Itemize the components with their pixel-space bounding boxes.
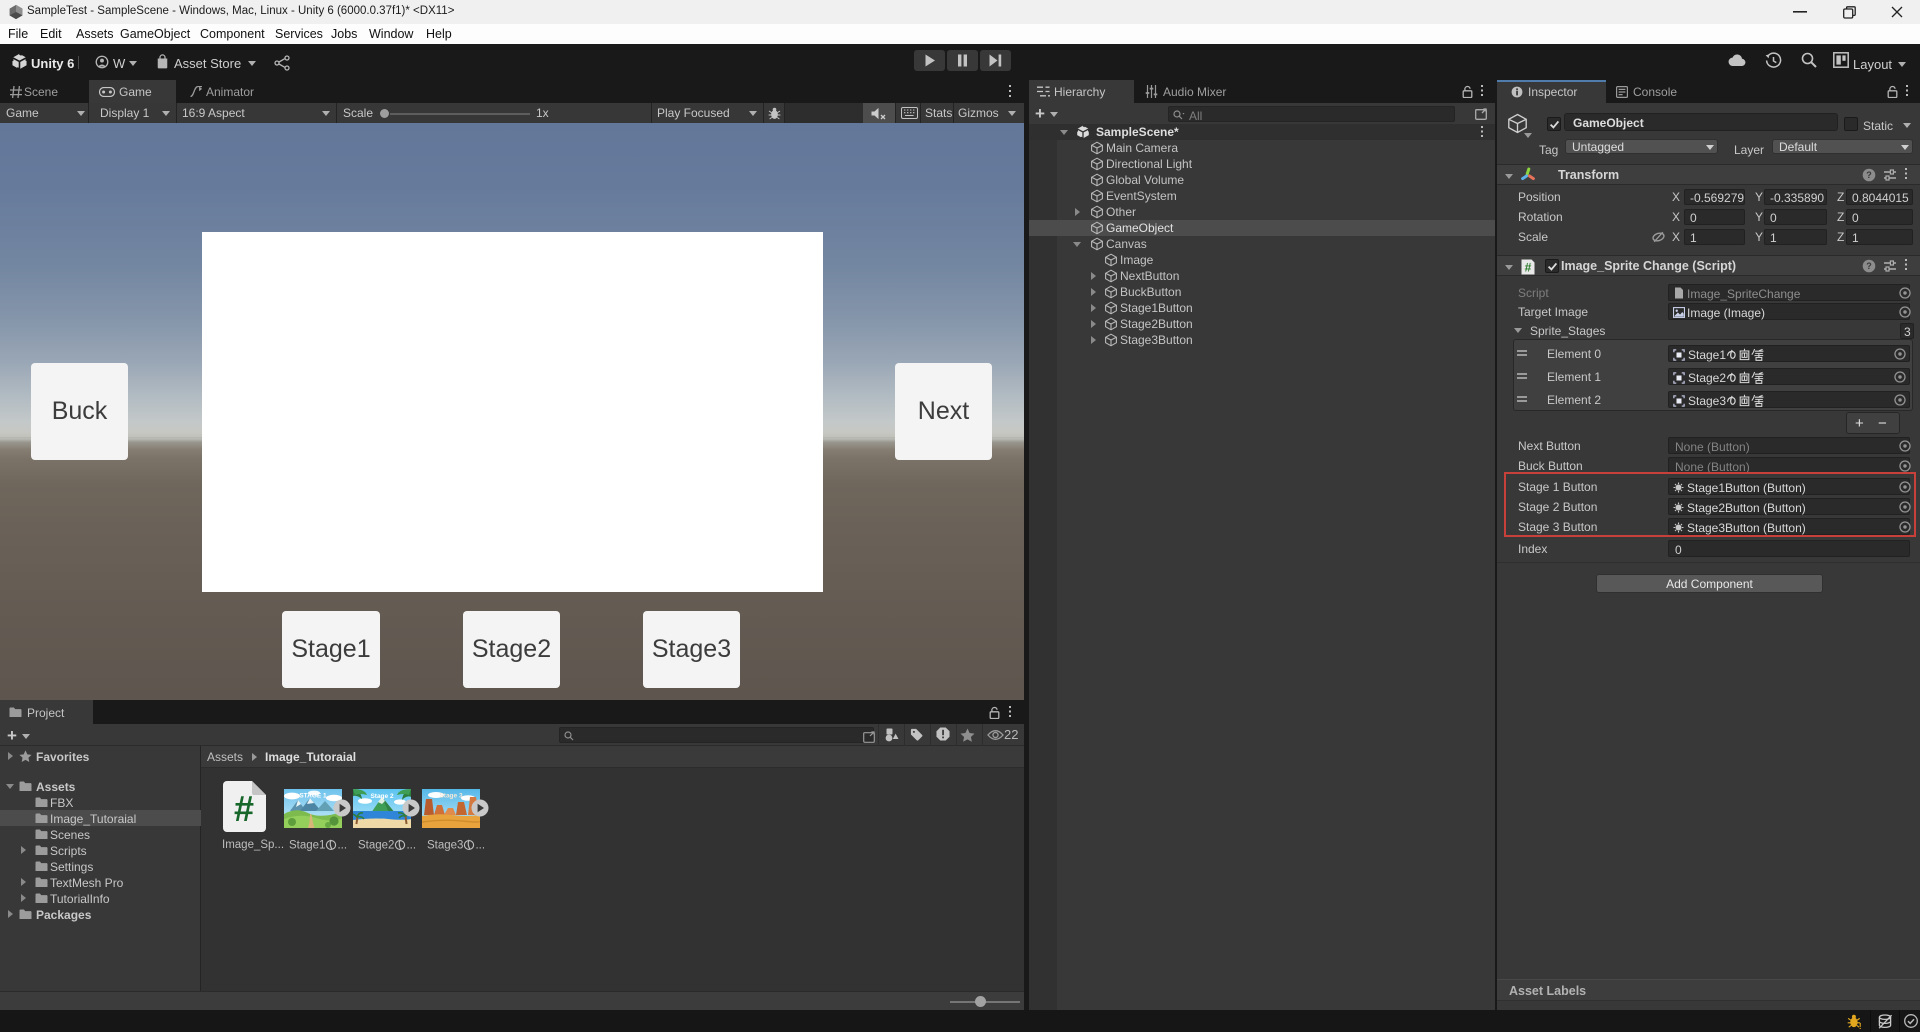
svg-text:STAGE 1: STAGE 1 <box>299 793 327 800</box>
svg-text:#: # <box>234 788 254 829</box>
svg-text:?: ? <box>1866 170 1872 180</box>
svg-text:Stage 2: Stage 2 <box>370 793 394 800</box>
svg-text:!: ! <box>1859 1022 1862 1029</box>
svg-text:#: # <box>1525 261 1532 275</box>
svg-text:?: ? <box>1866 261 1872 271</box>
svg-text:Stage 3: Stage 3 <box>439 793 463 800</box>
